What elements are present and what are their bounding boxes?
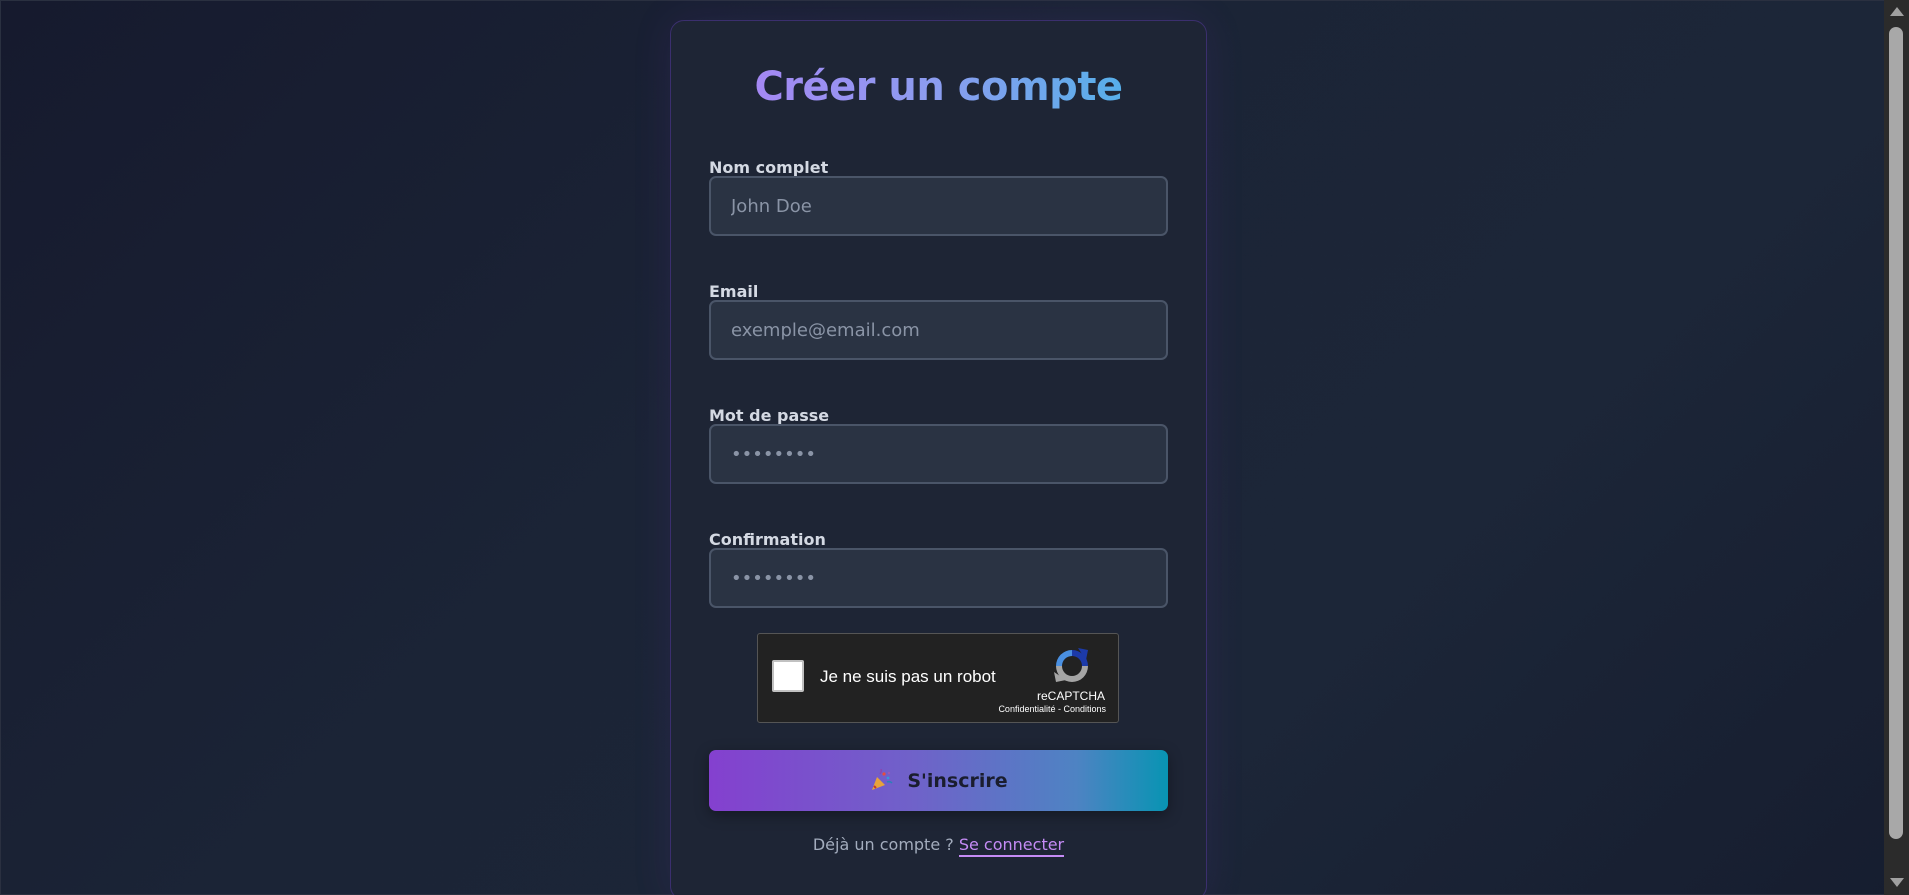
signup-card: Créer un compte Nom complet Email Mot de…: [670, 20, 1207, 895]
recaptcha-widget: Je ne suis pas un robot reCAPTCHA Confid…: [757, 633, 1119, 723]
signup-button-label: S'inscrire: [907, 769, 1008, 792]
password-label: Mot de passe: [709, 406, 830, 425]
recaptcha-checkbox[interactable]: [772, 660, 804, 692]
full-name-label: Nom complet: [709, 158, 829, 177]
confirmation-input[interactable]: [709, 548, 1168, 608]
scroll-thumb[interactable]: [1889, 27, 1903, 839]
login-prompt: Déjà un compte ? Se connecter: [671, 835, 1206, 857]
party-popper-icon: [872, 768, 893, 790]
login-prompt-text: Déjà un compte ?: [812, 835, 954, 854]
password-input[interactable]: [709, 424, 1168, 484]
email-input[interactable]: [709, 300, 1168, 360]
recaptcha-brand: reCAPTCHA: [1036, 689, 1105, 703]
recaptcha-logo-icon: [1054, 648, 1088, 682]
email-label: Email: [709, 282, 759, 301]
scroll-down-arrow-icon[interactable]: [1890, 878, 1904, 887]
full-name-input[interactable]: [709, 176, 1168, 236]
confirmation-label: Confirmation: [709, 530, 826, 549]
vertical-scrollbar[interactable]: [1884, 0, 1909, 895]
recaptcha-label: Je ne suis pas un robot: [820, 667, 996, 686]
signup-button[interactable]: S'inscrire: [709, 750, 1168, 811]
page-title: Créer un compte: [671, 61, 1206, 113]
login-link[interactable]: Se connecter: [958, 835, 1065, 857]
recaptcha-links[interactable]: Confidentialité - Conditions: [998, 704, 1106, 714]
scroll-up-arrow-icon[interactable]: [1890, 7, 1904, 16]
